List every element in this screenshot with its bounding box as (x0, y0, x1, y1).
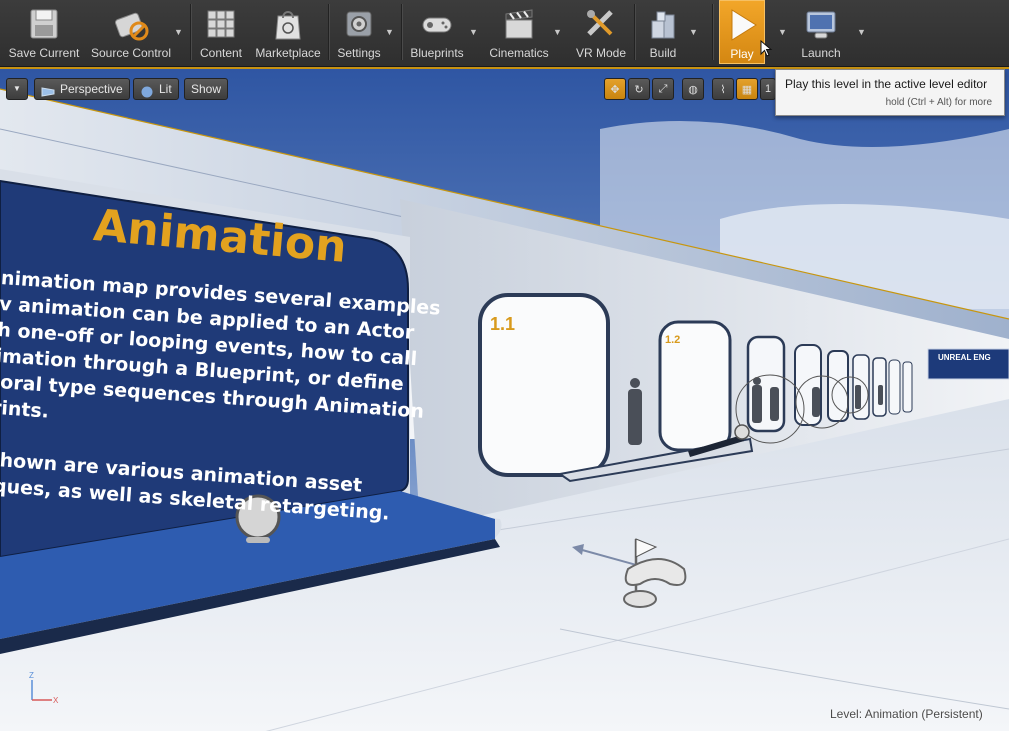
source-control-icon (113, 6, 149, 42)
play-button[interactable]: Play (719, 0, 765, 64)
toolbar-separator (712, 4, 714, 60)
cinematics-icon (501, 6, 537, 42)
vr-mode-button[interactable]: VR Mode (572, 0, 630, 64)
show-label: Show (191, 82, 222, 96)
surface-snap-icon[interactable]: ⌇ (712, 78, 734, 100)
blueprints-dropdown-icon[interactable]: ▼ (469, 28, 478, 37)
mouse-cursor-icon (760, 39, 774, 58)
toolbar-separator (190, 4, 192, 60)
settings-button[interactable]: Settings (333, 0, 385, 64)
save-current-button[interactable]: Save Current (6, 0, 82, 64)
launch-label: Launch (801, 46, 841, 60)
svg-text:Z: Z (29, 671, 34, 680)
build-button[interactable]: Build (639, 0, 687, 64)
unreal-engine-sign: UNREAL ENG (938, 353, 991, 362)
cinematics-label: Cinematics (489, 46, 549, 60)
show-button[interactable]: Show (184, 78, 229, 100)
save-icon (26, 6, 62, 42)
toolbar-separator (328, 4, 330, 60)
build-label: Build (649, 46, 677, 60)
toolbar-separator (401, 4, 403, 60)
perspective-button[interactable]: Perspective (34, 78, 130, 100)
perspective-label: Perspective (60, 82, 123, 96)
play-dropdown-icon[interactable]: ▼ (778, 28, 787, 37)
content-label: Content (199, 46, 243, 60)
content-icon (203, 6, 239, 42)
content-button[interactable]: Content (197, 0, 245, 64)
blueprints-button[interactable]: Blueprints (405, 0, 469, 64)
lit-button[interactable]: Lit (133, 78, 179, 100)
play-tooltip: Play this level in the active level edit… (775, 69, 1005, 116)
settings-icon (341, 6, 377, 42)
launch-icon (803, 6, 839, 42)
marketplace-icon (270, 6, 306, 42)
grid-snap-icon[interactable]: ▦ (736, 78, 758, 100)
svg-text:X: X (53, 696, 59, 705)
room-label-1-2: 1.2 (665, 334, 681, 346)
cinematics-dropdown-icon[interactable]: ▼ (553, 28, 562, 37)
rotate-icon[interactable]: ↻ (628, 78, 650, 100)
launch-button[interactable]: Launch (795, 0, 847, 64)
animation-panel-body: nimation map provides several examples v… (0, 265, 441, 528)
lit-sphere-icon (140, 83, 154, 98)
vr-mode-icon (583, 6, 619, 42)
vr-mode-label: VR Mode (575, 46, 627, 60)
tooltip-text: Play this level in the active level edit… (785, 77, 988, 91)
axis-gizmo: Z X (29, 671, 59, 705)
world-space-icon[interactable]: ◍ (682, 78, 704, 100)
level-viewport[interactable]: Animation nimation map provides several … (0, 67, 1009, 731)
toolbar-separator (634, 4, 636, 60)
translate-icon[interactable]: ✥ (604, 78, 626, 100)
settings-dropdown-icon[interactable]: ▼ (385, 28, 394, 37)
chevron-down-icon: ▼ (13, 84, 21, 93)
cinematics-button[interactable]: Cinematics (485, 0, 553, 64)
play-icon (724, 7, 760, 43)
settings-label: Settings (337, 46, 381, 60)
room-label-1-1: 1.1 (490, 314, 516, 334)
source-control-button[interactable]: Source Control (88, 0, 174, 64)
blueprints-icon (419, 6, 455, 42)
main-toolbar: Save Current Source Control ▼ Content Ma… (0, 0, 1009, 67)
save-current-label: Save Current (8, 46, 80, 60)
build-dropdown-icon[interactable]: ▼ (689, 28, 698, 37)
perspective-icon (41, 83, 55, 97)
viewport-options-button[interactable]: ▼ (6, 78, 28, 100)
tooltip-hint: hold (Ctrl + Alt) for more (885, 97, 992, 108)
lit-label: Lit (159, 82, 172, 96)
source-control-dropdown-icon[interactable]: ▼ (174, 28, 183, 37)
source-control-label: Source Control (90, 46, 172, 60)
grid-size-value[interactable]: 1 (760, 78, 776, 100)
viewport-transform-toolbar: ✥ ↻ ⤢ ◍ ⌇ ▦ 1 (604, 78, 776, 102)
play-label: Play (730, 47, 754, 61)
blueprints-label: Blueprints (410, 46, 464, 60)
level-name-label: Level: Animation (Persistent) (830, 707, 983, 721)
marketplace-button[interactable]: Marketplace (252, 0, 324, 64)
build-icon (645, 6, 681, 42)
launch-dropdown-icon[interactable]: ▼ (857, 28, 866, 37)
marketplace-label: Marketplace (255, 46, 321, 60)
scale-icon[interactable]: ⤢ (652, 78, 674, 100)
